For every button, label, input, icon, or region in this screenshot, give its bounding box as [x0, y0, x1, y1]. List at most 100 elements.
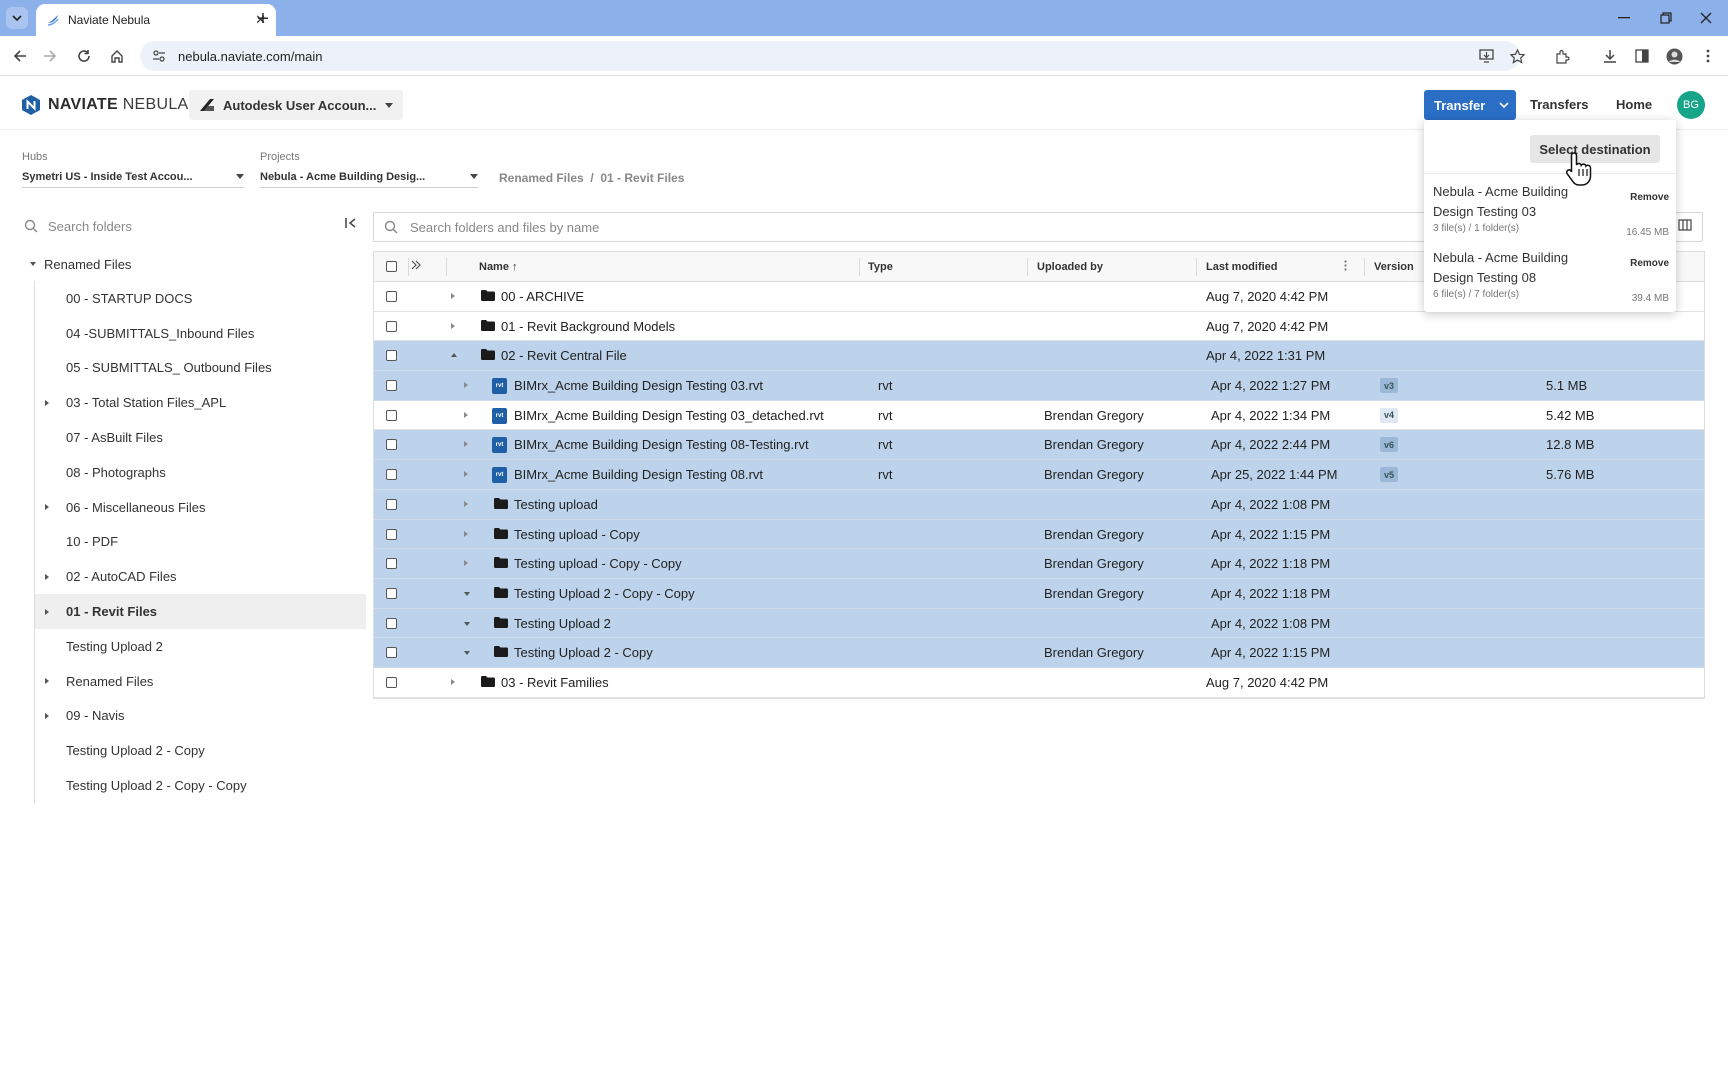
file-name[interactable]: Testing upload — [514, 497, 598, 512]
file-name[interactable]: Testing upload - Copy — [514, 527, 640, 542]
chevron-down-icon[interactable] — [464, 621, 470, 626]
chevron-up-icon[interactable] — [451, 353, 457, 358]
table-row[interactable]: 01 - Revit Background Models Aug 7, 2020 … — [374, 312, 1704, 342]
sidebar-item[interactable]: Testing Upload 2 — [35, 629, 366, 664]
sidebar-item[interactable]: Testing Upload 2 - Copy — [35, 733, 366, 768]
file-name[interactable]: 00 - ARCHIVE — [501, 289, 584, 304]
chevron-right-icon[interactable] — [464, 530, 468, 537]
chevron-right-icon[interactable] — [464, 382, 468, 389]
sidebar-item[interactable]: 03 - Total Station Files_APL — [35, 385, 366, 420]
chevron-down-icon[interactable] — [464, 651, 470, 656]
row-checkbox[interactable] — [386, 409, 397, 421]
column-picker-icon[interactable] — [1678, 219, 1692, 234]
home-icon[interactable] — [105, 44, 129, 68]
table-row[interactable]: rvt BIMrx_Acme Building Design Testing 08… — [374, 430, 1704, 461]
sidebar-item[interactable]: Renamed Files — [35, 664, 366, 699]
row-checkbox[interactable] — [386, 469, 397, 481]
chevron-right-icon[interactable] — [464, 500, 468, 507]
column-header-name[interactable]: Name ↑ — [479, 261, 518, 273]
new-tab-icon[interactable]: + — [252, 8, 274, 30]
chevron-right-icon[interactable] — [451, 678, 455, 685]
column-header-version[interactable]: Version — [1374, 261, 1414, 273]
profile-icon[interactable] — [1662, 44, 1686, 68]
table-row[interactable]: 03 - Revit Families Aug 7, 2020 4:42 PM — [374, 668, 1704, 698]
sidebar-item[interactable]: 06 - Miscellaneous Files — [35, 490, 366, 525]
file-name[interactable]: 01 - Revit Background Models — [501, 319, 675, 334]
table-row[interactable]: Testing upload Apr 4, 2022 1:08 PM — [374, 489, 1704, 520]
sidebar-item[interactable]: 05 - SUBMITTALS_ Outbound Files — [35, 351, 366, 386]
reload-icon[interactable] — [72, 44, 96, 68]
minimize-icon[interactable] — [1606, 6, 1642, 30]
file-name[interactable]: BIMrx_Acme Building Design Testing 03.rv… — [514, 378, 763, 393]
column-divider[interactable] — [1364, 258, 1365, 276]
table-row[interactable]: Testing Upload 2 - Copy Brendan Gregory Ap… — [374, 638, 1704, 668]
sidebar-item[interactable]: 07 - AsBuilt Files — [35, 420, 366, 455]
transfer-button[interactable]: Transfer — [1424, 90, 1516, 120]
projects-dropdown[interactable]: Nebula - Acme Building Desig... — [260, 166, 478, 188]
file-name[interactable]: Testing Upload 2 - Copy — [514, 645, 653, 660]
chevron-right-icon[interactable] — [464, 411, 468, 418]
row-checkbox[interactable] — [386, 647, 397, 659]
tab-search-icon[interactable] — [6, 7, 28, 29]
transfers-link[interactable]: Transfers — [1530, 97, 1589, 112]
sidebar-item[interactable]: 01 - Revit Files — [35, 594, 366, 629]
file-name[interactable]: Testing Upload 2 — [514, 616, 611, 631]
table-row[interactable]: Testing upload - Copy Brendan Gregory Apr … — [374, 519, 1704, 550]
bookmark-star-icon[interactable] — [1505, 44, 1529, 68]
sidebar-item[interactable]: 08 - Photographs — [35, 455, 366, 490]
sidebar-item[interactable]: 09 - Navis — [35, 699, 366, 734]
file-name[interactable]: 02 - Revit Central File — [501, 348, 627, 363]
row-checkbox[interactable] — [386, 558, 397, 570]
folder-search-input[interactable]: Search folders — [24, 214, 364, 238]
sidebar-item[interactable]: 02 - AutoCAD Files — [35, 559, 366, 594]
select-all-checkbox[interactable] — [386, 261, 397, 272]
collapse-sidebar-icon[interactable] — [345, 217, 357, 232]
row-checkbox[interactable] — [386, 350, 397, 362]
column-header-last-modified[interactable]: Last modified — [1206, 261, 1278, 273]
table-row[interactable]: 02 - Revit Central File Apr 4, 2022 1:31 … — [374, 341, 1704, 372]
site-info-icon[interactable] — [152, 49, 166, 63]
caret-right-icon[interactable] — [45, 399, 56, 406]
expand-all-icon[interactable] — [410, 259, 422, 274]
forward-icon[interactable] — [38, 44, 62, 68]
file-name[interactable]: Testing Upload 2 - Copy - Copy — [514, 586, 695, 601]
table-row[interactable]: rvt BIMrx_Acme Building Design Testing 03… — [374, 401, 1704, 431]
file-name[interactable]: Testing upload - Copy - Copy — [514, 556, 682, 571]
remove-transfer-button[interactable]: Remove — [1630, 192, 1669, 203]
column-divider[interactable] — [859, 258, 860, 276]
select-destination-button[interactable]: Select destination — [1530, 135, 1660, 163]
file-name[interactable]: BIMrx_Acme Building Design Testing 03_de… — [514, 408, 824, 423]
column-divider[interactable] — [1196, 258, 1197, 276]
file-name[interactable]: BIMrx_Acme Building Design Testing 08-Te… — [514, 437, 809, 452]
browser-menu-icon[interactable] — [1696, 44, 1720, 68]
chevron-right-icon[interactable] — [464, 441, 468, 448]
tree-root[interactable]: Renamed Files — [24, 247, 366, 281]
sidebar-item[interactable]: 00 - STARTUP DOCS — [35, 281, 366, 316]
chevron-right-icon[interactable] — [464, 560, 468, 567]
file-name[interactable]: BIMrx_Acme Building Design Testing 08.rv… — [514, 467, 763, 482]
table-row[interactable]: Testing upload - Copy - Copy Brendan Greg… — [374, 549, 1704, 579]
column-header-type[interactable]: Type — [868, 261, 893, 273]
home-link[interactable]: Home — [1616, 97, 1652, 112]
row-checkbox[interactable] — [386, 617, 397, 629]
install-app-icon[interactable] — [1474, 44, 1498, 68]
sidebar-item[interactable]: Testing Upload 2 - Copy - Copy — [35, 768, 366, 803]
hubs-dropdown[interactable]: Symetri US - Inside Test Accou... — [22, 166, 244, 188]
caret-right-icon[interactable] — [45, 608, 56, 615]
column-divider[interactable] — [1027, 258, 1028, 276]
side-panel-icon[interactable] — [1630, 44, 1654, 68]
row-checkbox[interactable] — [386, 439, 397, 451]
chevron-right-icon[interactable] — [451, 293, 455, 299]
column-menu-icon[interactable] — [1344, 260, 1347, 274]
browser-tab[interactable]: Naviate Nebula ✕ — [36, 4, 276, 36]
table-row[interactable]: Testing Upload 2 Apr 4, 2022 1:08 PM — [374, 608, 1704, 639]
chevron-right-icon[interactable] — [451, 322, 455, 329]
caret-right-icon[interactable] — [45, 573, 56, 580]
naviate-nebula-logo[interactable]: NAVIATE NEBULA — [20, 94, 189, 116]
file-name[interactable]: 03 - Revit Families — [501, 675, 609, 690]
row-checkbox[interactable] — [386, 528, 397, 540]
row-checkbox[interactable] — [386, 320, 397, 332]
row-checkbox[interactable] — [386, 380, 397, 392]
table-row[interactable]: Testing Upload 2 - Copy - Copy Brendan Gr… — [374, 578, 1704, 609]
column-header-uploaded-by[interactable]: Uploaded by — [1037, 261, 1103, 273]
